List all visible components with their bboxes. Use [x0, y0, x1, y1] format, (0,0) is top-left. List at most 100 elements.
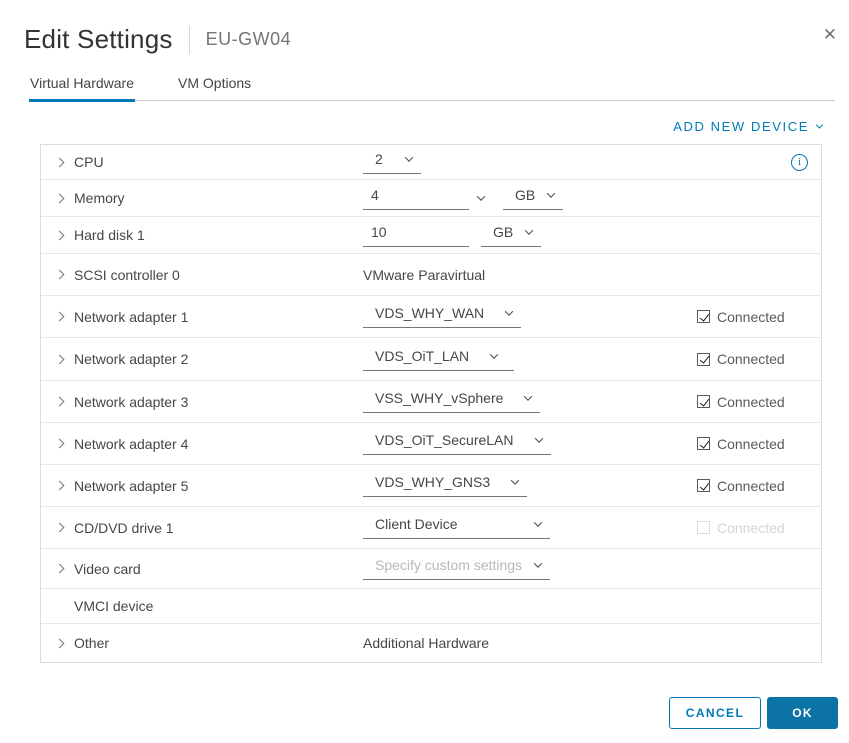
row-value: 10 GB	[363, 224, 671, 247]
row-right: Connected	[671, 309, 821, 325]
table-row-network-adapter-5: Network adapter 5 VDS_WHY_GNS3 Connected	[41, 465, 821, 507]
network-adapter-1-select[interactable]: VDS_WHY_WAN	[363, 305, 522, 328]
disk-size-input[interactable]: 10	[363, 224, 469, 247]
memory-unit-select[interactable]: GB	[503, 187, 563, 210]
row-value: VSS_WHY_vSphere	[363, 390, 671, 413]
chevron-down-icon	[815, 121, 824, 129]
connected-checkbox[interactable]	[697, 352, 710, 366]
row-label: VMCI device	[74, 598, 154, 614]
chevron-down-icon	[504, 307, 514, 316]
ok-button[interactable]: OK	[767, 697, 838, 729]
row-label: CPU	[74, 154, 104, 170]
expand-chevron-icon[interactable]	[54, 396, 74, 407]
table-row-cpu: CPU 2 i	[41, 145, 821, 180]
close-icon[interactable]: ✕	[823, 26, 837, 43]
tab-bar: Virtual Hardware VM Options	[29, 75, 835, 102]
expand-chevron-icon[interactable]	[54, 157, 74, 167]
network-adapter-3-select[interactable]: VSS_WHY_vSphere	[363, 390, 541, 413]
connected-toggle: Connected	[697, 309, 785, 325]
video-settings-value: Specify custom settings	[375, 557, 523, 573]
row-value: VMware Paravirtual	[363, 267, 671, 283]
chevron-down-icon	[533, 518, 543, 527]
row-value: Specify custom settings	[363, 557, 671, 580]
row-label: SCSI controller 0	[74, 266, 180, 283]
row-right: Connected	[671, 520, 821, 536]
expand-chevron-icon[interactable]	[54, 480, 74, 491]
connected-toggle: Connected	[697, 351, 785, 367]
cd-dvd-mode-value: Client Device	[375, 516, 458, 532]
connected-checkbox[interactable]	[697, 395, 710, 408]
chevron-down-icon	[524, 225, 534, 235]
disk-unit-select[interactable]: GB	[481, 224, 541, 247]
chevron-down-icon	[533, 559, 543, 568]
expand-chevron-icon[interactable]	[54, 311, 74, 322]
tab-virtual-hardware[interactable]: Virtual Hardware	[29, 75, 136, 102]
row-value: VDS_OiT_SecureLAN	[363, 432, 671, 455]
expand-chevron-icon[interactable]	[54, 354, 74, 364]
video-settings-select[interactable]: Specify custom settings	[363, 557, 550, 580]
vm-name: EU-GW04	[205, 29, 292, 49]
expand-chevron-icon[interactable]	[54, 230, 74, 240]
table-row-network-adapter-3: Network adapter 3 VSS_WHY_vSphere Connec…	[41, 381, 821, 423]
expand-chevron-icon[interactable]	[54, 522, 74, 533]
row-right: Connected	[671, 351, 821, 367]
row-label: Network adapter 1	[74, 308, 189, 325]
expand-chevron-icon[interactable]	[54, 563, 74, 574]
memory-unit-value: GB	[515, 186, 536, 203]
portgroup-value: VDS_WHY_WAN	[375, 305, 485, 321]
chevron-down-icon	[546, 188, 556, 198]
network-adapter-5-select[interactable]: VDS_WHY_GNS3	[363, 474, 528, 497]
row-label: Hard disk 1	[74, 227, 145, 243]
row-label: Other	[74, 635, 110, 651]
row-value: VDS_WHY_GNS3	[363, 474, 671, 497]
memory-size-input[interactable]: 4	[363, 187, 469, 210]
chevron-down-icon	[524, 392, 533, 401]
dialog-header: Edit Settings EU-GW04	[0, 0, 849, 55]
expand-chevron-icon[interactable]	[54, 438, 74, 449]
chevron-down-icon[interactable]	[476, 192, 486, 201]
add-new-device-button[interactable]: ADD NEW DEVICE	[673, 119, 824, 134]
table-row-memory: Memory 4 GB	[41, 180, 821, 217]
connected-checkbox[interactable]	[697, 479, 710, 492]
scsi-controller-type: VMware Paravirtual	[363, 266, 486, 283]
row-right: Connected	[671, 436, 821, 452]
table-row-cd-dvd-drive: CD/DVD drive 1 Client Device Connected	[41, 507, 821, 549]
cancel-button[interactable]: CANCEL	[668, 697, 762, 729]
cd-dvd-mode-select[interactable]: Client Device	[363, 516, 550, 539]
row-label: Memory	[74, 190, 125, 206]
portgroup-value: VDS_OiT_LAN	[375, 347, 470, 364]
connected-checkbox[interactable]	[697, 310, 710, 323]
header-divider	[188, 25, 190, 54]
toolbar: ADD NEW DEVICE	[0, 117, 824, 135]
row-label: Network adapter 4	[74, 435, 189, 452]
connected-label: Connected	[717, 308, 785, 325]
expand-chevron-icon[interactable]	[54, 193, 74, 203]
table-row-other: Other Additional Hardware	[41, 624, 821, 662]
cpu-count-select[interactable]: 2	[363, 151, 421, 174]
connected-toggle: Connected	[697, 520, 785, 536]
table-row-vmci-device: VMCI device	[41, 589, 821, 624]
row-right: Connected	[671, 394, 821, 410]
network-adapter-4-select[interactable]: VDS_OiT_SecureLAN	[363, 432, 551, 455]
chevron-down-icon	[534, 434, 543, 443]
chevron-down-icon	[510, 476, 520, 485]
expand-chevron-icon[interactable]	[54, 638, 74, 648]
info-icon[interactable]: i	[791, 153, 808, 171]
dialog-footer: CANCEL OK	[0, 697, 838, 729]
portgroup-value: VSS_WHY_vSphere	[375, 390, 504, 406]
expand-chevron-icon[interactable]	[54, 269, 74, 280]
connected-checkbox[interactable]	[697, 437, 710, 450]
table-row-scsi-controller: SCSI controller 0 VMware Paravirtual	[41, 254, 821, 296]
network-adapter-2-select[interactable]: VDS_OiT_LAN	[363, 348, 514, 371]
row-label: Network adapter 2	[74, 351, 189, 367]
tab-vm-options[interactable]: VM Options	[177, 75, 252, 100]
connected-toggle: Connected	[697, 394, 785, 410]
table-row-hard-disk: Hard disk 1 10 GB	[41, 217, 821, 254]
table-row-video-card: Video card Specify custom settings	[41, 549, 821, 589]
row-label: Video card	[74, 560, 141, 577]
portgroup-value: VDS_WHY_GNS3	[375, 474, 491, 490]
other-hardware-value: Additional Hardware	[363, 635, 490, 651]
row-right: Connected	[671, 478, 821, 494]
hardware-table: CPU 2 i Memory 4 GB Hard disk 1 10 GB SC…	[40, 144, 822, 663]
connected-label: Connected	[717, 477, 785, 494]
